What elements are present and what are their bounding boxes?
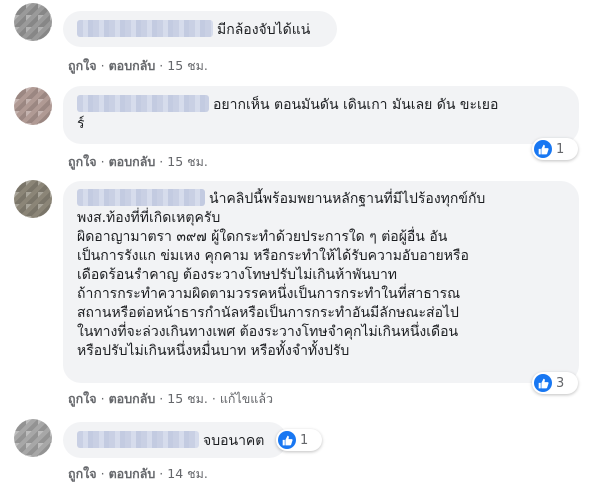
comment-bubble: จบอนาคต xyxy=(63,422,287,458)
timestamp[interactable]: 15 ชม. xyxy=(167,58,208,73)
separator-dot: · xyxy=(100,154,105,169)
like-link[interactable]: ถูกใจ xyxy=(68,466,97,481)
comment-actions: ถูกใจ · ตอบกลับ · 15 ชม. xyxy=(68,56,208,76)
separator-dot: · xyxy=(100,58,105,73)
reaction-count-value: 1 xyxy=(556,141,565,157)
commenter-name-redacted[interactable] xyxy=(77,431,199,448)
comment-actions: ถูกใจ · ตอบกลับ · 14 ชม. xyxy=(68,464,208,484)
comment-text: นำคลิปนี้พร้อมพยานหลักฐานที่มีไปร้องทุกข… xyxy=(77,191,486,359)
timestamp[interactable]: 15 ชม. xyxy=(167,154,208,169)
commenter-name-redacted[interactable] xyxy=(77,20,213,37)
separator-dot: · xyxy=(100,466,105,481)
timestamp[interactable]: 14 ชม. xyxy=(167,466,208,481)
comment-actions: ถูกใจ · ตอบกลับ · 15 ชม. xyxy=(68,152,208,172)
avatar[interactable] xyxy=(14,87,52,125)
reaction-count[interactable]: 1 xyxy=(276,429,322,451)
reaction-count-value: 1 xyxy=(300,432,309,448)
separator-dot: · xyxy=(211,391,216,406)
separator-dot: · xyxy=(100,391,105,406)
like-link[interactable]: ถูกใจ xyxy=(68,58,97,73)
like-link[interactable]: ถูกใจ xyxy=(68,154,97,169)
reaction-count[interactable]: 3 xyxy=(532,372,578,394)
reply-link[interactable]: ตอบกลับ xyxy=(109,58,156,73)
avatar[interactable] xyxy=(14,419,52,457)
like-link[interactable]: ถูกใจ xyxy=(68,391,97,406)
reply-link[interactable]: ตอบกลับ xyxy=(109,391,156,406)
edited-label[interactable]: แก้ไขแล้ว xyxy=(220,391,273,406)
separator-dot: · xyxy=(159,391,164,406)
comment-text: จบอนาคต xyxy=(203,433,265,449)
comment-bubble: นำคลิปนี้พร้อมพยานหลักฐานที่มีไปร้องทุกข… xyxy=(63,181,579,383)
commenter-name-redacted[interactable] xyxy=(77,95,209,112)
comment-text: มีกล้องจับได้แน่ xyxy=(217,22,311,38)
comment-actions: ถูกใจ · ตอบกลับ · 15 ชม. · แก้ไขแล้ว xyxy=(68,389,273,409)
commenter-name-redacted[interactable] xyxy=(77,189,205,206)
separator-dot: · xyxy=(159,154,164,169)
like-thumbs-up-icon xyxy=(534,374,552,392)
separator-dot: · xyxy=(159,58,164,73)
avatar[interactable] xyxy=(14,180,52,218)
comment-bubble: มีกล้องจับได้แน่ xyxy=(63,11,337,47)
like-thumbs-up-icon xyxy=(278,431,296,449)
timestamp[interactable]: 15 ชม. xyxy=(167,391,208,406)
reply-link[interactable]: ตอบกลับ xyxy=(109,154,156,169)
reaction-count-value: 3 xyxy=(556,375,565,391)
avatar[interactable] xyxy=(14,3,52,41)
separator-dot: · xyxy=(159,466,164,481)
reply-link[interactable]: ตอบกลับ xyxy=(109,466,156,481)
reaction-count[interactable]: 1 xyxy=(532,138,578,160)
comment-bubble: อยากเห็น ตอนมันดัน เดินเกา มันเลย ดัน ขะ… xyxy=(63,86,579,144)
like-thumbs-up-icon xyxy=(534,140,552,158)
